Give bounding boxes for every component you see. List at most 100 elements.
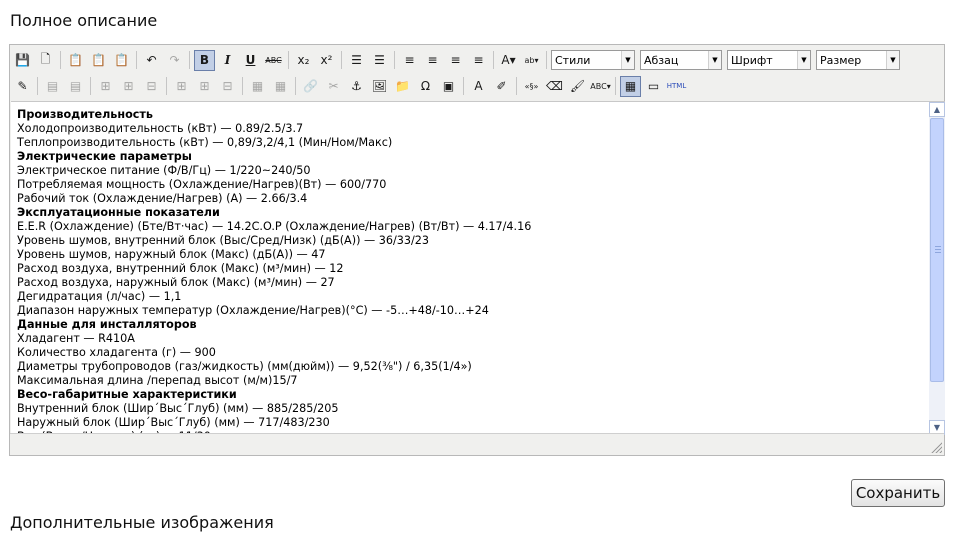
spellcheck-button[interactable]: ABC▾ xyxy=(590,76,611,97)
scrollbar-grip-icon xyxy=(935,246,941,254)
anchor-button[interactable]: ⚓ xyxy=(346,76,367,97)
paste-word-button[interactable]: 📋 xyxy=(111,50,132,71)
split-cells-button[interactable]: ▦ xyxy=(247,76,268,97)
section-title-additional-images: Дополнительные изображения xyxy=(10,513,274,532)
toolbar-separator xyxy=(37,77,38,95)
content-heading: Электрические параметры xyxy=(17,150,192,163)
scroll-up-icon[interactable]: ▲ xyxy=(929,102,945,117)
paste-text-icon: 📋 xyxy=(91,53,106,67)
content-line: Рабочий ток (Охлаждение/Нагрев) (А) — 2.… xyxy=(17,192,308,205)
insert-col-before-icon: ⊞ xyxy=(176,79,187,93)
subscript-button[interactable]: x₂ xyxy=(293,50,314,71)
new-document-icon: 🗋 xyxy=(40,51,51,66)
styles-select[interactable]: Стили ▼ xyxy=(551,50,635,70)
align-center-button[interactable]: ≡ xyxy=(422,50,443,71)
content-line: Внутренний блок (Шир´Выс´Глуб) (мм) — 88… xyxy=(17,402,339,415)
undo-button[interactable]: ↶ xyxy=(141,50,162,71)
toolbar-separator xyxy=(60,51,61,69)
link-button[interactable]: 🔗 xyxy=(300,76,321,97)
delete-col-button[interactable]: ⊟ xyxy=(217,76,238,97)
toolbar-separator xyxy=(493,51,494,69)
table-row-props-button[interactable]: ▤ xyxy=(42,76,63,97)
content-line: E.E.R (Охлаждение) (Бте/Вт·час) — 14.2C.… xyxy=(17,220,532,233)
scrollbar-thumb[interactable] xyxy=(930,118,944,382)
cleanup-button[interactable]: 🖌 xyxy=(567,76,588,97)
chevron-down-icon[interactable]: ▼ xyxy=(886,51,899,69)
visual-chars-icon: «§» xyxy=(524,81,539,91)
chevron-down-icon[interactable]: ▼ xyxy=(708,51,721,69)
toolbar-row-1: 💾 🗋 📋 📋 📋 ↶ ↷ B I U ABC x₂ x² ☰ ☰ ≡ ≡ ≡ ≡ A▾ ab▾ Стили ▼ Абзац ▼… xyxy=(12,48,905,72)
content-line: Холодопроизводительность (кВт) — 0.89/2.… xyxy=(17,122,304,135)
insert-col-after-button[interactable]: ⊞ xyxy=(194,76,215,97)
highlight-color-button[interactable]: ab▾ xyxy=(521,50,542,71)
edit-css-button[interactable]: ✎ xyxy=(12,76,33,97)
paste-text-button[interactable]: 📋 xyxy=(88,50,109,71)
numbered-list-button[interactable]: ☰ xyxy=(369,50,390,71)
toolbar-separator xyxy=(90,77,91,95)
file-manager-icon: 📁 xyxy=(395,79,410,93)
toolbar-separator xyxy=(615,77,616,95)
align-justify-button[interactable]: ≡ xyxy=(468,50,489,71)
resize-grip-icon[interactable] xyxy=(930,441,942,453)
unlink-button[interactable]: ✂ xyxy=(323,76,344,97)
format-select[interactable]: Абзац ▼ xyxy=(640,50,722,70)
insert-col-before-button[interactable]: ⊞ xyxy=(171,76,192,97)
align-left-button[interactable]: ≡ xyxy=(399,50,420,71)
toolbar-row-2: ✎ ▤ ▤ ⊞ ⊞ ⊟ ⊞ ⊞ ⊟ ▦ ▦ 🔗 ✂ ⚓ 🖼 📁 Ω ▣ A ✐ «§» ⌫ 🖌 ABC▾ ▦ ▭ HTML xyxy=(12,74,689,98)
bold-button[interactable]: B xyxy=(194,49,215,71)
content-line: Потребляемая мощность (Охлаждение/Нагрев… xyxy=(17,178,387,191)
insert-row-after-button[interactable]: ⊞ xyxy=(118,76,139,97)
italic-icon: I xyxy=(224,53,231,67)
image-button[interactable]: 🖼 xyxy=(369,76,390,97)
bullet-list-button[interactable]: ☰ xyxy=(346,50,367,71)
merge-cells-button[interactable]: ▦ xyxy=(270,76,291,97)
editor-content-area[interactable]: Производительность Холодопроизводительнос… xyxy=(11,101,929,436)
abbreviation-button[interactable]: A xyxy=(468,76,489,97)
content-line: Количество хладагента (г) — 900 xyxy=(17,346,216,359)
fullscreen-button[interactable]: ▭ xyxy=(643,76,664,97)
insert-row-before-button[interactable]: ⊞ xyxy=(95,76,116,97)
media-button[interactable]: ▣ xyxy=(438,76,459,97)
editor-content-text[interactable]: Производительность Холодопроизводительнос… xyxy=(17,108,531,436)
content-line: Хладагент — R410A xyxy=(17,332,135,345)
link-icon: 🔗 xyxy=(303,79,318,93)
chevron-down-icon[interactable]: ▼ xyxy=(797,51,810,69)
save-button[interactable]: Сохранить xyxy=(851,479,945,507)
chevron-down-icon[interactable]: ▼ xyxy=(621,51,634,69)
remove-format-button[interactable]: ⌫ xyxy=(544,76,565,97)
insert-col-after-icon: ⊞ xyxy=(199,79,210,93)
text-color-button[interactable]: A▾ xyxy=(498,50,519,71)
html-source-icon: HTML xyxy=(666,82,687,90)
attributes-button[interactable]: ✐ xyxy=(491,76,512,97)
underline-button[interactable]: U xyxy=(240,50,261,71)
underline-icon: U xyxy=(245,53,256,67)
visual-aid-button[interactable]: ▦ xyxy=(620,75,641,97)
superscript-button[interactable]: x² xyxy=(316,50,337,71)
paste-button[interactable]: 📋 xyxy=(65,50,86,71)
special-char-button[interactable]: Ω xyxy=(415,76,436,97)
new-document-button[interactable]: 🗋 xyxy=(35,50,56,71)
strikethrough-button[interactable]: ABC xyxy=(263,50,284,71)
file-manager-button[interactable]: 📁 xyxy=(392,76,413,97)
editor-scrollbar[interactable]: ▲ ▼ xyxy=(929,101,945,435)
delete-row-button[interactable]: ⊟ xyxy=(141,76,162,97)
toolbar-separator xyxy=(136,51,137,69)
size-select[interactable]: Размер ▼ xyxy=(816,50,900,70)
subscript-icon: x₂ xyxy=(297,53,310,67)
text-color-icon: A▾ xyxy=(501,53,516,67)
toolbar-separator xyxy=(546,51,547,69)
redo-icon: ↷ xyxy=(169,53,180,67)
table-cell-props-button[interactable]: ▤ xyxy=(65,76,86,97)
save-button[interactable]: 💾 xyxy=(12,50,33,71)
visual-chars-button[interactable]: «§» xyxy=(521,76,542,97)
content-line: Расход воздуха, внутренний блок (Макс) (… xyxy=(17,262,344,275)
bold-icon: B xyxy=(199,53,210,67)
content-line: Уровень шумов, наружный блок (Макс) (дБ(… xyxy=(17,248,326,261)
align-right-button[interactable]: ≡ xyxy=(445,50,466,71)
html-source-button[interactable]: HTML xyxy=(666,76,687,97)
bullet-list-icon: ☰ xyxy=(351,53,362,67)
font-select[interactable]: Шрифт ▼ xyxy=(727,50,811,70)
redo-button[interactable]: ↷ xyxy=(164,50,185,71)
italic-button[interactable]: I xyxy=(217,50,238,71)
content-line: Расход воздуха, наружный блок (Макс) (м³… xyxy=(17,276,335,289)
